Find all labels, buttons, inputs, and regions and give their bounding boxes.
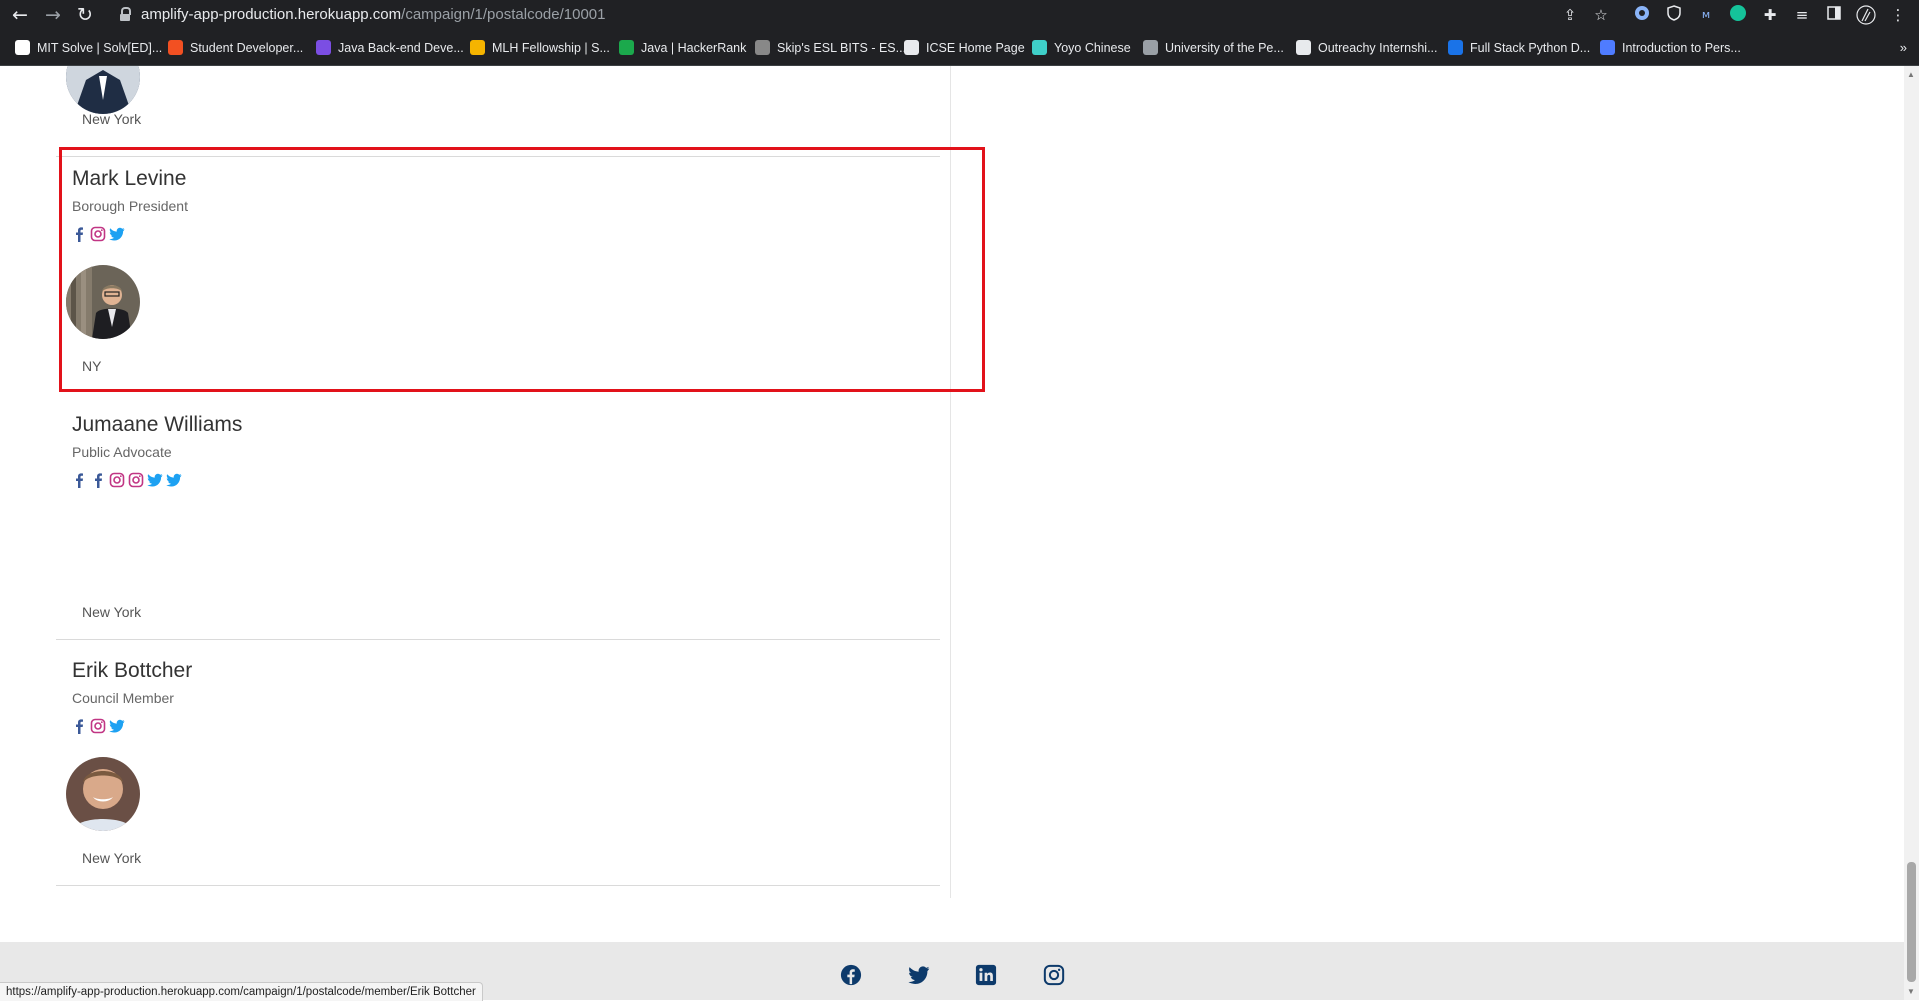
more-bookmarks-icon[interactable]: »: [1900, 40, 1907, 55]
bookmark-item[interactable]: Student Developer...: [168, 40, 303, 58]
bookmark-favicon: [1032, 40, 1047, 56]
scrollbar-thumb[interactable]: [1907, 862, 1916, 982]
bookmark-item[interactable]: MLH Fellowship | S...: [470, 40, 610, 58]
forward-icon[interactable]: →: [42, 4, 64, 26]
bookmark-star-icon[interactable]: ☆: [1591, 5, 1611, 25]
bookmark-favicon: [755, 40, 770, 56]
bookmark-item[interactable]: University of the Pe...: [1143, 40, 1284, 58]
bookmark-favicon: [470, 40, 485, 56]
bookmark-item[interactable]: Java | HackerRank: [619, 40, 746, 58]
lock-icon: [120, 7, 131, 21]
bookmark-favicon: [1143, 40, 1158, 56]
bookmark-item[interactable]: ICSE Home Page: [904, 40, 1025, 58]
reload-icon[interactable]: ↻: [74, 4, 96, 26]
grammarly-icon[interactable]: [1728, 5, 1748, 25]
member-location: New York: [82, 111, 142, 127]
facebook-icon[interactable]: [90, 472, 106, 488]
card-divider: [56, 885, 940, 886]
shield-icon[interactable]: [1664, 5, 1684, 25]
avatar[interactable]: [66, 757, 140, 831]
bookmark-favicon: [904, 40, 919, 56]
facebook-icon[interactable]: [71, 472, 87, 488]
profile-avatar[interactable]: [1856, 5, 1876, 25]
bookmark-favicon: [1448, 40, 1463, 56]
member-name[interactable]: Erik Bottcher: [72, 659, 192, 683]
extension-icon[interactable]: ᴍ: [1696, 5, 1716, 25]
member-name[interactable]: Jumaane Williams: [72, 413, 242, 437]
member-location: New York: [82, 604, 142, 620]
bookmark-item[interactable]: Outreachy Internshi...: [1296, 40, 1438, 58]
back-icon[interactable]: ←: [9, 4, 31, 26]
scroll-up-icon[interactable]: ▲: [1907, 70, 1915, 79]
instagram-icon[interactable]: [1043, 964, 1065, 986]
bookmark-item[interactable]: Java Back-end Deve...: [316, 40, 464, 58]
member-role: Public Advocate: [72, 444, 172, 460]
extension-icon[interactable]: [1632, 5, 1652, 25]
bookmark-favicon: [316, 40, 331, 56]
url-text: amplify-app-production.herokuapp.com/cam…: [141, 6, 606, 23]
instagram-icon[interactable]: [90, 718, 106, 734]
bookmark-item[interactable]: Skip's ESL BITS - ES...: [755, 40, 906, 58]
avatar[interactable]: [66, 66, 140, 114]
share-icon[interactable]: ⇪: [1560, 5, 1580, 25]
facebook-icon[interactable]: [840, 964, 862, 986]
page-content: New York Mark Levine Borough President N…: [0, 66, 1904, 1000]
bookmark-item[interactable]: Introduction to Pers...: [1600, 40, 1741, 58]
bookmark-favicon: [15, 40, 30, 56]
browser-toolbar: ← → ↻ amplify-app-production.herokuapp.c…: [0, 0, 1919, 31]
puzzle-icon[interactable]: ✚: [1760, 5, 1780, 25]
scroll-down-icon[interactable]: ▼: [1907, 987, 1915, 996]
bookmark-favicon: [1600, 40, 1615, 56]
social-links: [71, 471, 182, 489]
reading-list-icon[interactable]: ≡: [1792, 5, 1812, 25]
member-role: Council Member: [72, 690, 174, 706]
link-status-bar: https://amplify-app-production.herokuapp…: [0, 982, 483, 1001]
member-location: New York: [82, 850, 142, 866]
highlight-box: [59, 147, 985, 392]
social-links: [71, 717, 125, 735]
linkedin-icon[interactable]: [975, 964, 997, 986]
instagram-icon[interactable]: [128, 472, 144, 488]
side-panel-icon[interactable]: [1824, 5, 1844, 25]
bookmark-item[interactable]: Yoyo Chinese: [1032, 40, 1131, 58]
bookmark-favicon: [619, 40, 634, 56]
twitter-icon[interactable]: [109, 718, 125, 734]
vertical-scrollbar[interactable]: ▲ ▼: [1904, 66, 1919, 1000]
twitter-icon[interactable]: [147, 472, 163, 488]
menu-icon[interactable]: ⋮: [1888, 5, 1908, 25]
bookmark-item[interactable]: Full Stack Python D...: [1448, 40, 1590, 58]
card-divider: [56, 639, 940, 640]
twitter-icon[interactable]: [908, 964, 930, 986]
instagram-icon[interactable]: [109, 472, 125, 488]
bookmarks-bar: MIT Solve | Solv[ED]... Student Develope…: [0, 31, 1919, 66]
bookmark-item[interactable]: MIT Solve | Solv[ED]...: [15, 40, 162, 58]
facebook-icon[interactable]: [71, 718, 87, 734]
bookmark-favicon: [1296, 40, 1311, 56]
twitter-icon[interactable]: [166, 472, 182, 488]
bookmark-favicon: [168, 40, 183, 56]
address-bar[interactable]: amplify-app-production.herokuapp.com/cam…: [108, 3, 1568, 28]
